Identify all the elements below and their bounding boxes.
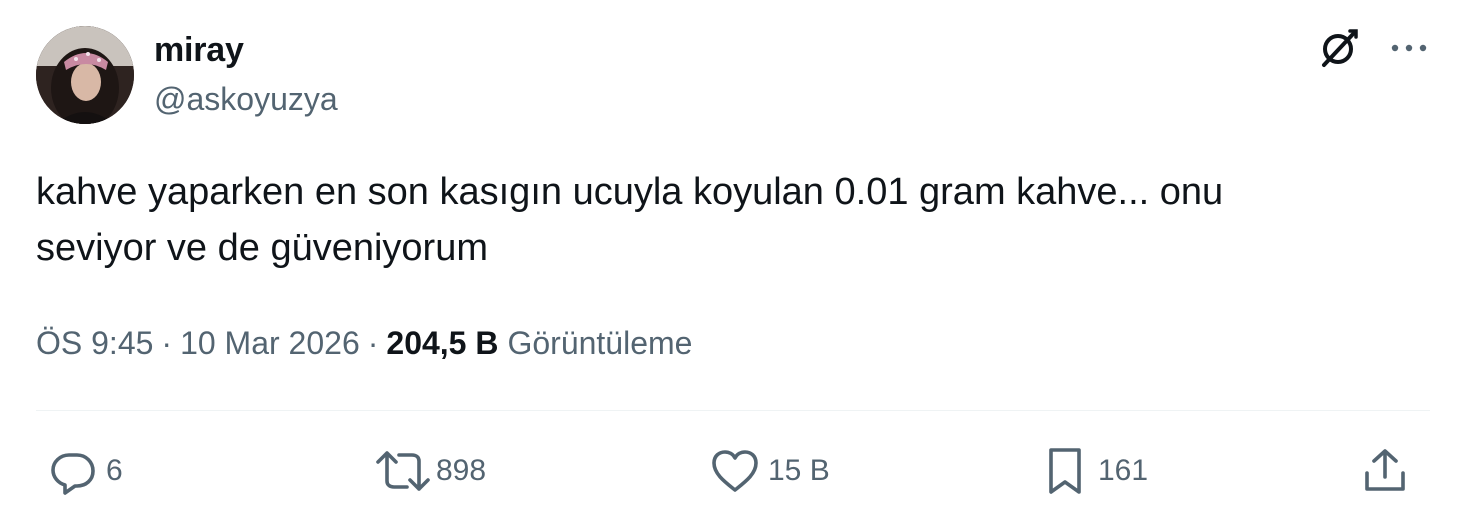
author-handle[interactable]: @askoyuzya [154, 78, 338, 120]
repost-count: 898 [436, 454, 487, 487]
reply-button[interactable]: 6 [42, 440, 123, 502]
like-icon [704, 440, 766, 502]
meta-separator: · [367, 325, 379, 361]
tweet-card: miray @askoyuzya kahve yaparken en son k… [0, 0, 1464, 522]
avatar-image [36, 26, 134, 124]
bookmark-count: 161 [1098, 454, 1149, 487]
author-display-name[interactable]: miray [154, 29, 244, 71]
reply-icon [42, 440, 104, 502]
bookmark-icon [1034, 440, 1096, 502]
tweet-text: kahve yaparken en son kasıgın ucuyla koy… [36, 171, 1224, 269]
more-options-button[interactable] [1382, 26, 1436, 74]
more-icon [1389, 41, 1429, 59]
divider [36, 410, 1430, 411]
grok-icon [1317, 26, 1361, 75]
share-button[interactable] [1354, 440, 1416, 502]
avatar[interactable] [36, 26, 134, 124]
bookmark-button[interactable]: 161 [1034, 440, 1148, 502]
like-button[interactable]: 15 B [704, 440, 830, 502]
tweet-meta: ÖS 9:45 · 10 Mar 2026 · 204,5 B Görüntül… [36, 320, 692, 366]
reply-count: 6 [106, 454, 123, 487]
views-label[interactable]: Görüntüleme [507, 320, 692, 366]
repost-icon [372, 440, 434, 502]
like-count: 15 B [768, 454, 830, 487]
tweet-time[interactable]: ÖS 9:45 [36, 320, 153, 366]
share-icon [1354, 440, 1416, 502]
meta-separator: · [161, 325, 173, 361]
grok-button[interactable] [1312, 26, 1366, 74]
tweet-date[interactable]: 10 Mar 2026 [180, 320, 360, 366]
repost-button[interactable]: 898 [372, 440, 486, 502]
views-count[interactable]: 204,5 B [386, 320, 498, 366]
